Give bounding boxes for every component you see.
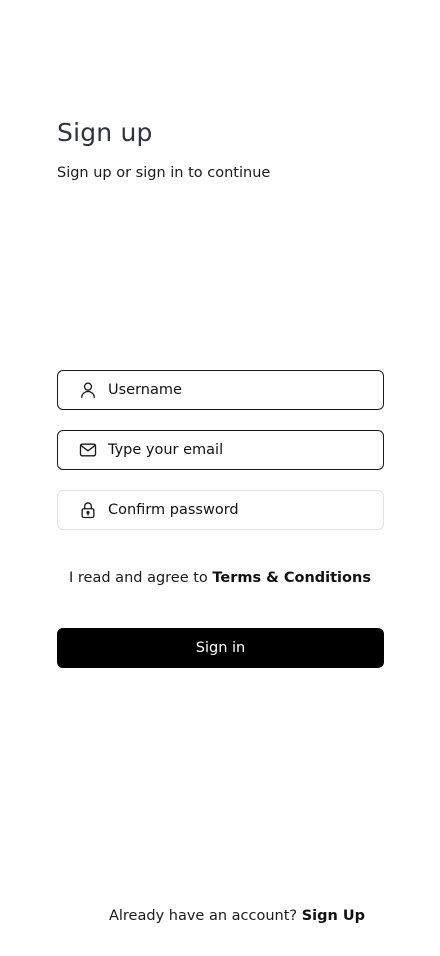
footer-signup-prompt: Already have an account? Sign Up <box>0 908 440 924</box>
username-input[interactable] <box>108 382 358 398</box>
footer-prompt-text: Already have an account? <box>108 908 298 924</box>
page-subtitle: Sign up or sign in to continue <box>57 165 271 181</box>
email-field[interactable] <box>57 430 384 470</box>
terms-agreement: I read and agree to Terms & Conditions <box>0 570 440 586</box>
confirm-password-field[interactable] <box>57 490 384 530</box>
username-field[interactable] <box>57 370 384 410</box>
sign-up-link[interactable]: Sign Up <box>302 908 365 924</box>
page-title: Sign up <box>57 118 153 147</box>
confirm-password-input[interactable] <box>108 502 358 518</box>
sign-in-button[interactable]: Sign in <box>57 628 384 668</box>
email-input[interactable] <box>108 442 358 458</box>
agree-text: I read and agree to <box>69 570 208 586</box>
user-icon <box>78 380 98 400</box>
terms-link[interactable]: Terms & Conditions <box>212 570 371 586</box>
mail-icon <box>78 440 98 460</box>
lock-icon <box>78 500 98 520</box>
